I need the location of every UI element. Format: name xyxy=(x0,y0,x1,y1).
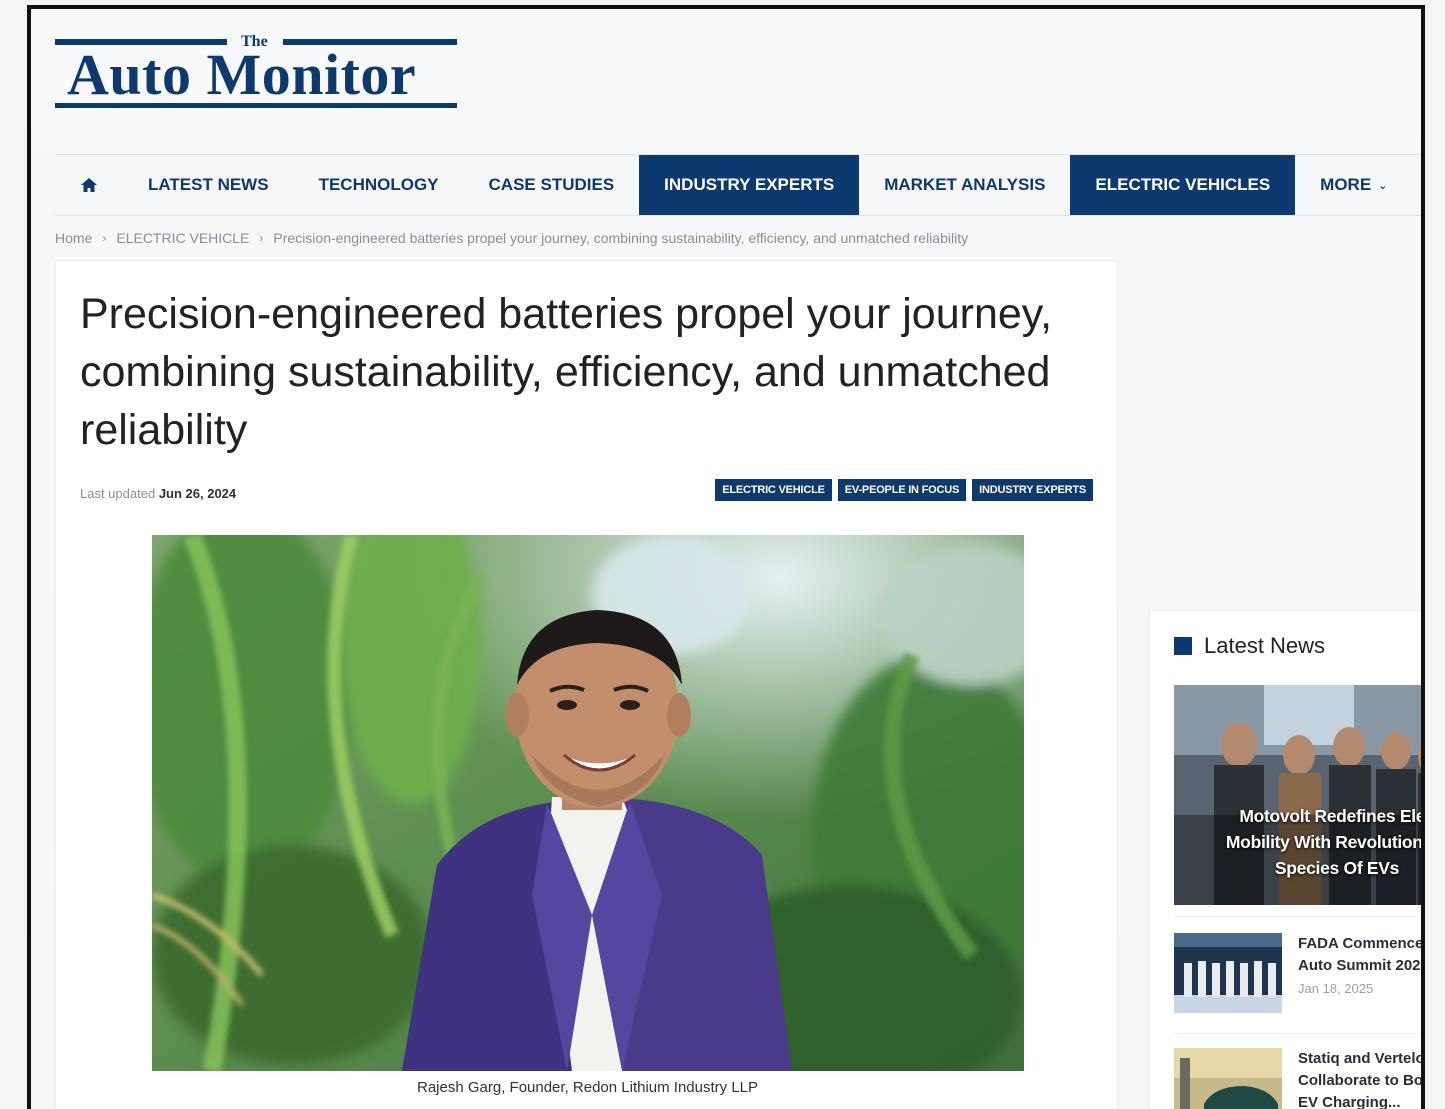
breadcrumb-home[interactable]: Home xyxy=(55,230,92,246)
page-frame: The Auto Monitor LATEST NEWS TECHNOLOGY … xyxy=(27,5,1425,1109)
article-meta: Last updated Jun 26, 2024 xyxy=(80,486,236,501)
sidebar-heading-text: Latest News xyxy=(1204,633,1326,658)
breadcrumb-current: Precision-engineered batteries propel yo… xyxy=(273,230,969,246)
news-item[interactable]: Statiq and Vertelo Collaborate to Bo EV … xyxy=(1174,1048,1425,1109)
divider xyxy=(1174,1033,1421,1034)
news-title: FADA Commence Auto Summit 202 xyxy=(1298,935,1424,974)
updated-label: Last updated xyxy=(80,486,156,501)
article-card: Precision-engineered batteries propel yo… xyxy=(55,260,1118,1109)
chevron-down-icon: ⌄ xyxy=(1378,179,1388,192)
tag-ev-people-in-focus[interactable]: EV-PEOPLE IN FOCUS xyxy=(837,479,967,501)
nav-electric-vehicles[interactable]: ELECTRIC VEHICLES xyxy=(1070,155,1296,215)
breadcrumb-category[interactable]: ELECTRIC VEHICLE xyxy=(116,230,249,246)
main-nav: LATEST NEWS TECHNOLOGY CASE STUDIES INDU… xyxy=(55,154,1421,216)
sidebar-latest-news: Latest News Motovolt Redefines Elec Mobi… xyxy=(1149,610,1425,1109)
nav-home[interactable] xyxy=(55,155,123,215)
news-title: Statiq and Vertelo Collaborate to Bo EV … xyxy=(1298,1050,1425,1109)
logo-underline xyxy=(55,103,457,108)
chevron-right-icon: › xyxy=(102,231,107,245)
site-logo[interactable]: The Auto Monitor xyxy=(55,31,457,115)
sidebar-heading: Latest News xyxy=(1174,633,1325,659)
featured-news-title: Motovolt Redefines Elec Mobility With Re… xyxy=(1225,806,1425,878)
heading-square-icon xyxy=(1174,637,1192,655)
logo-name: Auto Monitor xyxy=(67,42,417,107)
article-title: Precision-engineered batteries propel yo… xyxy=(80,290,1053,454)
news-date: Jan 18, 2025 xyxy=(1298,981,1374,996)
breadcrumb: Home › ELECTRIC VEHICLE › Precision-engi… xyxy=(55,230,968,246)
news-thumbnail xyxy=(1174,933,1282,1013)
divider xyxy=(1174,916,1421,917)
updated-date: Jun 26, 2024 xyxy=(158,486,237,501)
nav-technology[interactable]: TECHNOLOGY xyxy=(294,155,464,215)
news-thumbnail xyxy=(1174,1048,1282,1109)
article-tags: ELECTRIC VEHICLE EV-PEOPLE IN FOCUS INDU… xyxy=(715,479,1093,501)
chevron-right-icon: › xyxy=(259,231,264,245)
news-item[interactable]: FADA Commence Auto Summit 202 Jan 18, 20… xyxy=(1174,933,1424,1017)
home-icon xyxy=(81,178,97,192)
nav-industry-experts[interactable]: INDUSTRY EXPERTS xyxy=(639,155,860,215)
nav-market-analysis[interactable]: MARKET ANALYSIS xyxy=(859,155,1070,215)
nav-more-label: MORE xyxy=(1320,175,1372,194)
tag-industry-experts[interactable]: INDUSTRY EXPERTS xyxy=(972,479,1093,501)
nav-latest-news[interactable]: LATEST NEWS xyxy=(123,155,294,215)
image-caption: Rajesh Garg, Founder, Redon Lithium Indu… xyxy=(416,1079,759,1096)
featured-news-card[interactable]: Motovolt Redefines Elec Mobility With Re… xyxy=(1174,685,1425,905)
nav-case-studies[interactable]: CASE STUDIES xyxy=(464,155,640,215)
nav-more[interactable]: MORE ⌄ xyxy=(1295,155,1412,215)
tag-electric-vehicle[interactable]: ELECTRIC VEHICLE xyxy=(715,479,832,501)
hero-image xyxy=(152,535,1024,1071)
